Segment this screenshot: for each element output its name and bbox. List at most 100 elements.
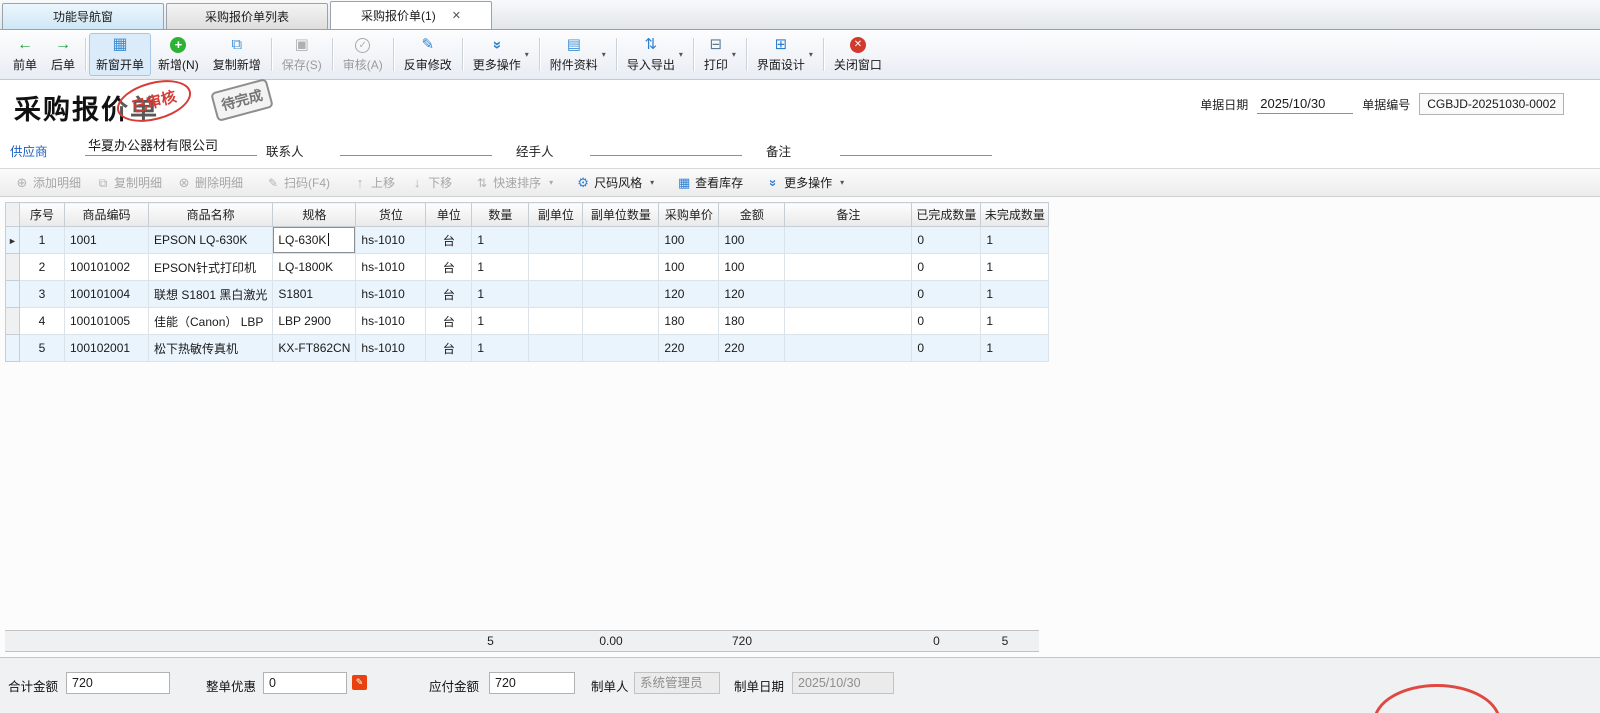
row-indicator[interactable]	[6, 254, 20, 281]
table-cell[interactable]	[529, 308, 583, 335]
unaudit-modify-button[interactable]: ✎反审修改	[397, 33, 459, 76]
table-cell[interactable]: LQ-630K	[273, 227, 356, 254]
add-new-button[interactable]: +新增(N)	[151, 33, 206, 76]
table-cell[interactable]: 0	[912, 281, 981, 308]
table-cell[interactable]: hs-1010	[356, 281, 426, 308]
table-cell[interactable]: 100101004	[65, 281, 149, 308]
table-cell[interactable]	[529, 281, 583, 308]
table-cell[interactable]	[529, 254, 583, 281]
table-cell[interactable]	[529, 227, 583, 254]
column-header[interactable]: 单位	[426, 203, 472, 227]
copy-new-button[interactable]: ⧉复制新增	[206, 33, 268, 76]
contact-input[interactable]	[340, 136, 492, 156]
table-cell[interactable]	[785, 281, 912, 308]
supplier-label[interactable]: 供应商	[10, 141, 48, 160]
new-window-button[interactable]: ▦新窗开单	[89, 33, 151, 76]
column-header[interactable]: 副单位	[529, 203, 583, 227]
row-indicator[interactable]	[6, 281, 20, 308]
discount-input[interactable]: 0	[263, 672, 347, 694]
table-cell[interactable]: 1001	[65, 227, 149, 254]
table-cell[interactable]: 1	[472, 281, 529, 308]
table-cell[interactable]: 0	[912, 335, 981, 362]
more-actions-button[interactable]: »更多操作▾	[466, 33, 536, 76]
table-cell[interactable]: hs-1010	[356, 335, 426, 362]
column-header[interactable]: 序号	[20, 203, 65, 227]
table-cell[interactable]: 100	[659, 227, 719, 254]
table-cell[interactable]: 1	[472, 227, 529, 254]
table-cell[interactable]: 220	[719, 335, 785, 362]
table-cell[interactable]	[785, 335, 912, 362]
attachments-button[interactable]: ▤附件资料▾	[543, 33, 613, 76]
table-cell[interactable]	[583, 335, 659, 362]
scan-code-button[interactable]: ✎扫码(F4)	[259, 171, 337, 194]
column-header[interactable]: 商品编码	[65, 203, 149, 227]
handler-input[interactable]	[590, 136, 742, 156]
table-cell[interactable]	[529, 335, 583, 362]
audit-button[interactable]: ✓审核(A)	[336, 33, 390, 76]
move-down-button[interactable]: ↓下移	[403, 171, 459, 194]
table-cell[interactable]: LQ-1800K	[273, 254, 356, 281]
doc-no-input[interactable]: CGBJD-20251030-0002	[1419, 93, 1564, 115]
table-cell[interactable]: 台	[426, 227, 472, 254]
remark-input[interactable]	[840, 136, 992, 156]
table-cell[interactable]: hs-1010	[356, 254, 426, 281]
table-cell[interactable]: 180	[719, 308, 785, 335]
total-amount-input[interactable]: 720	[66, 672, 170, 694]
view-stock-button[interactable]: ▦查看库存	[670, 171, 750, 194]
column-header[interactable]: 采购单价	[659, 203, 719, 227]
copy-detail-button[interactable]: ⧉复制明细	[89, 171, 169, 194]
table-cell[interactable]: 佳能（Canon） LBP	[149, 308, 273, 335]
table-cell[interactable]	[785, 227, 912, 254]
table-cell[interactable]: LBP 2900	[273, 308, 356, 335]
next-doc-button[interactable]: →后单	[44, 33, 82, 76]
table-cell[interactable]: 100101005	[65, 308, 149, 335]
table-cell[interactable]: 120	[719, 281, 785, 308]
table-cell[interactable]: 100102001	[65, 335, 149, 362]
column-header[interactable]: 数量	[472, 203, 529, 227]
discount-edit-icon[interactable]: ✎	[352, 675, 367, 690]
table-cell[interactable]: 松下热敏传真机	[149, 335, 273, 362]
table-cell[interactable]	[785, 308, 912, 335]
table-cell[interactable]: 台	[426, 335, 472, 362]
column-header[interactable]: 未完成数量	[981, 203, 1049, 227]
save-button[interactable]: ▣保存(S)	[275, 33, 329, 76]
table-cell[interactable]: 4	[20, 308, 65, 335]
more-detail-actions-button[interactable]: »更多操作▾	[759, 171, 851, 194]
tab-quote-form-active[interactable]: 采购报价单(1) ✕	[330, 1, 492, 29]
table-cell[interactable]: 1	[981, 281, 1049, 308]
quick-sort-button[interactable]: ⇅快速排序▾	[468, 171, 560, 194]
column-header[interactable]: 备注	[785, 203, 912, 227]
column-header[interactable]: 货位	[356, 203, 426, 227]
delete-detail-button[interactable]: ⊗删除明细	[170, 171, 250, 194]
table-cell[interactable]: 1	[472, 335, 529, 362]
table-cell[interactable]: hs-1010	[356, 227, 426, 254]
table-cell[interactable]	[785, 254, 912, 281]
column-header[interactable]: 金额	[719, 203, 785, 227]
table-cell[interactable]: 1	[472, 254, 529, 281]
table-cell[interactable]: 1	[20, 227, 65, 254]
table-cell[interactable]: 0	[912, 308, 981, 335]
supplier-input[interactable]: 华夏办公器材有限公司	[85, 136, 257, 156]
table-cell[interactable]	[583, 308, 659, 335]
payable-amount-input[interactable]: 720	[489, 672, 575, 694]
ui-design-button[interactable]: ⊞界面设计▾	[750, 33, 820, 76]
print-button[interactable]: ⊟打印▾	[697, 33, 743, 76]
table-cell[interactable]: KX-FT862CN	[273, 335, 356, 362]
column-header[interactable]: 规格	[273, 203, 356, 227]
table-cell[interactable]: EPSON针式打印机	[149, 254, 273, 281]
table-cell[interactable]: 180	[659, 308, 719, 335]
table-cell[interactable]: 120	[659, 281, 719, 308]
table-cell[interactable]: 3	[20, 281, 65, 308]
size-style-button[interactable]: ⚙尺码风格▾	[569, 171, 661, 194]
table-cell[interactable]: S1801	[273, 281, 356, 308]
column-header[interactable]: 已完成数量	[912, 203, 981, 227]
doc-date-input[interactable]: 2025/10/30	[1257, 94, 1353, 114]
table-cell[interactable]	[583, 281, 659, 308]
table-cell[interactable]	[583, 227, 659, 254]
row-indicator[interactable]: ►	[6, 227, 20, 254]
table-cell[interactable]: 2	[20, 254, 65, 281]
table-cell[interactable]: 0	[912, 227, 981, 254]
table-cell[interactable]: 100101002	[65, 254, 149, 281]
add-detail-button[interactable]: ⊕添加明细	[8, 171, 88, 194]
table-cell[interactable]: 100	[719, 254, 785, 281]
